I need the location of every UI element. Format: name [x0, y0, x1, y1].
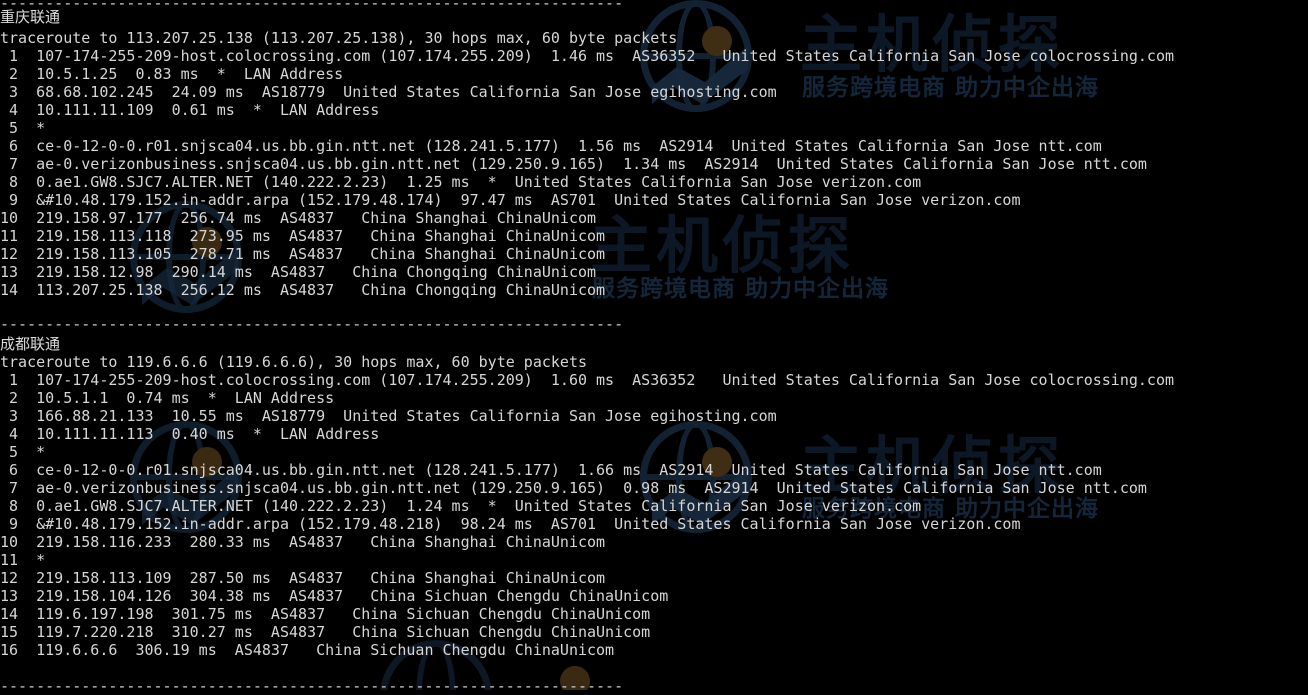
hop-row: 1 107-174-255-209-host.colocrossing.com … — [0, 47, 1174, 65]
block-title-chongqing: 重庆联通 — [0, 8, 61, 26]
hop-row: 11 * — [0, 551, 46, 569]
hop-row: 15 119.7.220.218 310.27 ms AS4837 China … — [0, 623, 651, 641]
hop-row: 14 119.6.197.198 301.75 ms AS4837 China … — [0, 605, 651, 623]
hop-row: 13 219.158.12.98 290.14 ms AS4837 China … — [0, 263, 597, 281]
hop-row: 8 0.ae1.GW8.SJC7.ALTER.NET (140.222.2.23… — [0, 497, 922, 515]
hop-row: 9 &#10.48.179.152.in-addr.arpa (152.179.… — [0, 191, 1021, 209]
hop-row: 3 68.68.102.245 24.09 ms AS18779 United … — [0, 83, 777, 101]
hop-row: 10 219.158.116.233 280.33 ms AS4837 Chin… — [0, 533, 606, 551]
hop-row: 2 10.5.1.1 0.74 ms * LAN Address — [0, 389, 335, 407]
hop-row: 16 119.6.6.6 306.19 ms AS4837 China Sich… — [0, 641, 615, 659]
traceroute-header-chengdu: traceroute to 119.6.6.6 (119.6.6.6), 30 … — [0, 353, 587, 371]
hop-row: 7 ae-0.verizonbusiness.snjsca04.us.bb.gi… — [0, 479, 1147, 497]
hop-row: 1 107-174-255-209-host.colocrossing.com … — [0, 371, 1174, 389]
hop-row: 14 113.207.25.138 256.12 ms AS4837 China… — [0, 281, 606, 299]
hop-row: 5 * — [0, 443, 46, 461]
hop-row: 4 10.111.11.113 0.40 ms * LAN Address — [0, 425, 380, 443]
hop-row: 12 219.158.113.105 278.71 ms AS4837 Chin… — [0, 245, 606, 263]
hop-row: 7 ae-0.verizonbusiness.snjsca04.us.bb.gi… — [0, 155, 1147, 173]
separator-middle: ----------------------------------------… — [0, 315, 624, 333]
hop-row: 5 * — [0, 119, 46, 137]
hop-row: 2 10.5.1.25 0.83 ms * LAN Address — [0, 65, 344, 83]
hop-row: 10 219.158.97.177 256.74 ms AS4837 China… — [0, 209, 597, 227]
separator-top: ----------------------------------------… — [0, 0, 624, 12]
hop-row: 6 ce-0-12-0-0.r01.snjsca04.us.bb.gin.ntt… — [0, 137, 1102, 155]
hop-row: 4 10.111.11.109 0.61 ms * LAN Address — [0, 101, 380, 119]
hop-row: 3 166.88.21.133 10.55 ms AS18779 United … — [0, 407, 777, 425]
hop-row: 13 219.158.104.126 304.38 ms AS4837 Chin… — [0, 587, 669, 605]
hop-row: 11 219.158.113.118 273.95 ms AS4837 Chin… — [0, 227, 606, 245]
separator-bottom: ----------------------------------------… — [0, 677, 624, 695]
block-title-chengdu: 成都联通 — [0, 335, 61, 353]
hop-row: 8 0.ae1.GW8.SJC7.ALTER.NET (140.222.2.23… — [0, 173, 922, 191]
hop-row: 12 219.158.113.109 287.50 ms AS4837 Chin… — [0, 569, 606, 587]
hop-row: 9 &#10.48.179.152.in-addr.arpa (152.179.… — [0, 515, 1021, 533]
traceroute-header-chongqing: traceroute to 113.207.25.138 (113.207.25… — [0, 29, 678, 47]
terminal-output: ----------------------------------------… — [0, 0, 1308, 695]
hop-row: 6 ce-0-12-0-0.r01.snjsca04.us.bb.gin.ntt… — [0, 461, 1102, 479]
